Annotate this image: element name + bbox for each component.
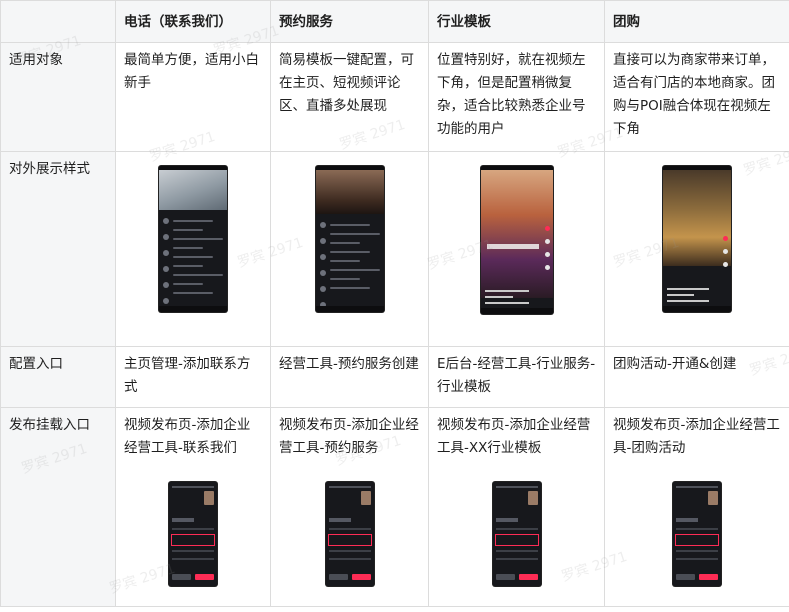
cell-text: 视频发布页-添加企业经营工具-XX行业模板 — [437, 417, 591, 456]
header-cell-booking: 预约服务 — [270, 0, 429, 43]
table-row-config: 配置入口 主页管理-添加联系方式 经营工具-预约服务创建 E后台-经营工具-行业… — [0, 346, 789, 408]
group-buy-preview-image — [663, 166, 731, 312]
publish-page-screenshot — [169, 482, 217, 586]
booking-service-preview-image — [315, 166, 384, 312]
header-cell-industry: 行业模板 — [428, 0, 605, 43]
row-label-style: 对外展示样式 — [0, 151, 116, 347]
publish-page-screenshot — [673, 482, 721, 586]
table-cell — [270, 151, 429, 347]
table-cell: 视频发布页-添加企业经营工具-预约服务 — [270, 407, 429, 607]
cell-text: 视频发布页-添加企业经营工具-预约服务 — [279, 417, 419, 456]
table-cell — [115, 151, 271, 347]
cell-text: 直接可以为商家带来订单，适合有门店的本地商家。团购与POI融合体现在视频左下角 — [613, 52, 775, 137]
cell-text: 团购活动-开通&创建 — [613, 356, 737, 372]
phone-call-preview-image — [159, 166, 227, 312]
table-cell: 经营工具-预约服务创建 — [270, 346, 429, 408]
cell-text: E后台-经营工具-行业服务-行业模板 — [437, 356, 596, 395]
table-cell: E后台-经营工具-行业服务-行业模板 — [428, 346, 605, 408]
table-row-scope: 适用对象 最简单方便，适用小白新手 简易模板一键配置，可在主页、短视频评论区、直… — [0, 42, 789, 152]
row-label-scope: 适用对象 — [0, 42, 116, 152]
table-cell: 最简单方便，适用小白新手 — [115, 42, 271, 152]
cell-text: 视频发布页-添加企业经营工具-团购活动 — [613, 417, 780, 456]
cell-text: 主页管理-添加联系方式 — [124, 356, 251, 395]
row-label-config: 配置入口 — [0, 346, 116, 408]
table-cell: 视频发布页-添加企业经营工具-团购活动 — [604, 407, 789, 607]
cell-text: 简易模板一键配置，可在主页、短视频评论区、直播多处展现 — [279, 52, 414, 114]
publish-page-screenshot — [325, 482, 374, 586]
publish-page-screenshot — [492, 482, 541, 586]
table-cell: 简易模板一键配置，可在主页、短视频评论区、直播多处展现 — [270, 42, 429, 152]
table-cell: 直接可以为商家带来订单，适合有门店的本地商家。团购与POI融合体现在视频左下角 — [604, 42, 789, 152]
row-label-publish: 发布挂载入口 — [0, 407, 116, 607]
industry-template-preview-image — [480, 166, 553, 314]
table-cell — [428, 151, 605, 347]
table-cell: 视频发布页-添加企业经营工具-XX行业模板 — [428, 407, 605, 607]
cell-text: 经营工具-预约服务创建 — [279, 356, 419, 372]
table-cell: 主页管理-添加联系方式 — [115, 346, 271, 408]
table-row-style: 对外展示样式 — [0, 151, 789, 347]
header-cell-empty — [0, 0, 116, 43]
cell-text: 视频发布页-添加企业经营工具-联系我们 — [124, 417, 251, 456]
header-cell-groupbuy: 团购 — [604, 0, 789, 43]
comparison-table: 电话（联系我们） 预约服务 行业模板 团购 适用对象 最简单方便，适用小白新手 … — [0, 0, 789, 607]
cell-text: 位置特别好，就在视频左下角，但是配置稍微复杂，适合比较熟悉企业号功能的用户 — [437, 52, 586, 137]
table-cell: 团购活动-开通&创建 — [604, 346, 789, 408]
header-row: 电话（联系我们） 预约服务 行业模板 团购 — [0, 0, 789, 43]
table-cell: 视频发布页-添加企业经营工具-联系我们 — [115, 407, 271, 607]
table-row-publish: 发布挂载入口 视频发布页-添加企业经营工具-联系我们 视频发布页-添加企业经营工… — [0, 407, 789, 607]
table-cell — [604, 151, 789, 347]
cell-text: 最简单方便，适用小白新手 — [124, 52, 259, 91]
header-cell-phone: 电话（联系我们） — [115, 0, 271, 43]
table-cell: 位置特别好，就在视频左下角，但是配置稍微复杂，适合比较熟悉企业号功能的用户 — [428, 42, 605, 152]
